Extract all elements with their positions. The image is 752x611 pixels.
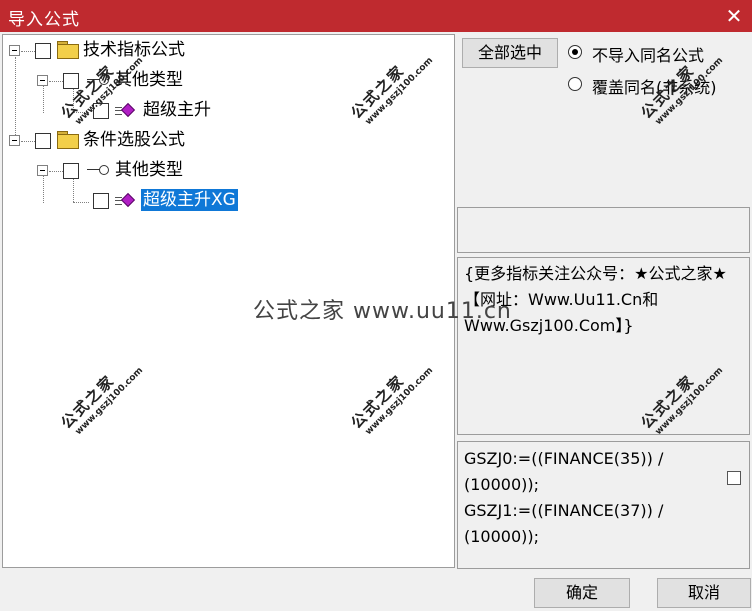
key-icon (87, 75, 109, 85)
code-line: (10000)); (464, 527, 540, 546)
node-label: 其他类型 (115, 70, 183, 90)
formula-icon (115, 102, 137, 118)
tree-connector (21, 51, 35, 52)
formula-icon (115, 192, 137, 208)
node-checkbox[interactable] (63, 163, 79, 179)
title-bar: 导入公式 ✕ (0, 0, 752, 32)
collapse-icon[interactable] (37, 165, 48, 176)
tree-connector (15, 57, 16, 143)
description-box: {更多指标关注公众号：★公式之家★ 【网址：Www.Uu11.Cn和Www.Gs… (457, 257, 750, 435)
collapse-icon[interactable] (9, 135, 20, 146)
description-text: {更多指标关注公众号：★公式之家★ 【网址：Www.Uu11.Cn和Www.Gs… (464, 264, 727, 335)
cancel-button[interactable]: 取消 (657, 578, 751, 608)
formula-tree[interactable]: 技术指标公式 其他类型 超级主升 条件选股公式 其他类型 超级主升XG (2, 34, 455, 568)
option-label: 不导入同名公式 (592, 46, 705, 65)
window-title: 导入公式 (8, 10, 80, 30)
collapse-icon[interactable] (9, 45, 20, 56)
node-checkbox[interactable] (35, 133, 51, 149)
node-label: 超级主升XG (141, 189, 238, 211)
node-checkbox[interactable] (63, 73, 79, 89)
node-checkbox[interactable] (35, 43, 51, 59)
tree-connector (73, 202, 89, 203)
collapse-icon[interactable] (37, 75, 48, 86)
code-line: (10000)); (464, 475, 540, 494)
tree-connector (73, 177, 74, 202)
tree-connector (43, 85, 44, 113)
tree-connector (73, 87, 74, 112)
node-label: 超级主升 (143, 100, 211, 120)
tree-connector (73, 112, 89, 113)
tree-connector (21, 141, 35, 142)
code-checkbox[interactable] (727, 471, 741, 485)
code-box[interactable]: GSZJ0:=((FINANCE(35)) / (10000)); GSZJ1:… (457, 441, 750, 569)
node-label: 其他类型 (115, 160, 183, 180)
tree-connector (43, 175, 44, 203)
option-radio-overwrite[interactable] (568, 77, 582, 91)
code-line: GSZJ0:=((FINANCE(35)) / (464, 449, 664, 468)
info-box (457, 207, 750, 253)
close-icon[interactable]: ✕ (722, 4, 746, 28)
ok-button[interactable]: 确定 (534, 578, 630, 608)
tree-connector (49, 81, 63, 82)
select-all-button[interactable]: 全部选中 (462, 38, 558, 68)
tree-connector (49, 171, 63, 172)
folder-icon (57, 41, 79, 59)
folder-icon (57, 131, 79, 149)
code-line: GSZJ1:=((FINANCE(37)) / (464, 501, 664, 520)
key-icon (87, 165, 109, 175)
node-checkbox[interactable] (93, 103, 109, 119)
node-label: 条件选股公式 (83, 130, 185, 150)
option-radio-skip[interactable] (568, 45, 582, 59)
option-label: 覆盖同名(非系统) (592, 78, 717, 97)
node-label: 技术指标公式 (83, 40, 185, 60)
node-checkbox[interactable] (93, 193, 109, 209)
